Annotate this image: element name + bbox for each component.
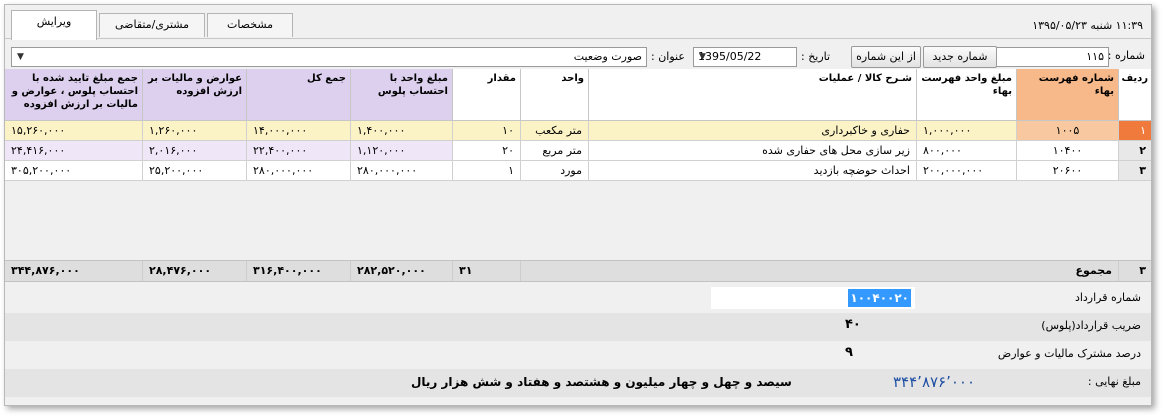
table-row-number[interactable]: ۲ [1119, 141, 1151, 161]
col-header-tax[interactable]: عوارض و مالیات بر ارزش افزوده [143, 69, 247, 121]
table-cell-unit-price-list[interactable]: ۱,۰۰۰,۰۰۰ [917, 121, 1017, 141]
table-cell-total[interactable]: ۲۸۰,۰۰۰,۰۰۰ [247, 161, 351, 181]
datetime-display: ۱۱:۳۹ شنبه ۱۳۹۵/۰۵/۲۳ [1032, 19, 1143, 32]
date-label: تاریخ : [801, 50, 831, 63]
tax-percent-row: درصد مشترک مالیات و عوارض ۹ [5, 341, 1151, 369]
tax-percent-label: درصد مشترک مالیات و عوارض [997, 347, 1141, 360]
chevron-down-icon[interactable]: ▼ [699, 52, 706, 62]
table-cell-code[interactable]: ۱۰۴۰۰ [1017, 141, 1119, 161]
table-cell-unit[interactable]: مورد [521, 161, 589, 181]
contract-number-label: شماره قرارداد [1074, 291, 1141, 304]
table-cell-unit-price-plus[interactable]: ۱,۱۲۰,۰۰۰ [351, 141, 453, 161]
table-cell-qty[interactable]: ۱ [453, 161, 521, 181]
top-bar: ویرایش مشتری/متقاضی مشخصات ۱۱:۳۹ شنبه ۱۳… [5, 5, 1151, 40]
title-label: عنوان : [651, 50, 685, 63]
table-cell-total[interactable]: ۱۴,۰۰۰,۰۰۰ [247, 121, 351, 141]
totals-count: ۳ [1119, 261, 1151, 281]
col-header-desc[interactable]: شـرح کالا / عملیات [589, 69, 917, 121]
table-cell-total[interactable]: ۲۲,۴۰۰,۰۰۰ [247, 141, 351, 161]
table-cell-tax[interactable]: ۲,۰۱۶,۰۰۰ [143, 141, 247, 161]
table-row-number[interactable]: ۱ [1119, 121, 1151, 141]
contract-number-value: ۱۰۰۴۰۰۲۰ [848, 289, 911, 307]
col-header-unit-price-list[interactable]: مبلغ واحد فهرست بهاء [917, 69, 1017, 121]
table-cell-unit-price-plus[interactable]: ۲۸۰,۰۰۰,۰۰۰ [351, 161, 453, 181]
col-header-unit-price-plus[interactable]: مبلغ واحد با احتساب پلوس [351, 69, 453, 121]
table-cell-grand[interactable]: ۲۴,۴۱۶,۰۰۰ [5, 141, 143, 161]
table-cell-grand[interactable]: ۳۰۵,۲۰۰,۰۰۰ [5, 161, 143, 181]
table-cell-desc[interactable]: زیر سازی محل های حفاری شده [589, 141, 917, 161]
totals-tax: ۲۸,۴۷۶,۰۰۰ [143, 261, 247, 281]
table-cell-unit[interactable]: متر مربع [521, 141, 589, 161]
col-header-code[interactable]: شماره فهرست بهاء [1017, 69, 1119, 121]
table-cell-unit-price-list[interactable]: ۲۰۰,۰۰۰,۰۰۰ [917, 161, 1017, 181]
table-cell-code[interactable]: ۱۰۰۵ [1017, 121, 1119, 141]
number-label: شماره : [1107, 49, 1145, 62]
plus-value[interactable]: ۴۰ [845, 317, 861, 332]
totals-grand: ۳۴۴,۸۷۶,۰۰۰ [5, 261, 143, 281]
table-cell-unit-price-plus[interactable]: ۱,۴۰۰,۰۰۰ [351, 121, 453, 141]
items-grid: ردیف شماره فهرست بهاء مبلغ واحد فهرست به… [5, 69, 1151, 282]
tax-percent-value[interactable]: ۹ [845, 345, 853, 360]
col-header-qty[interactable]: مقدار [453, 69, 521, 121]
col-header-total[interactable]: جمع کل [247, 69, 351, 121]
table-cell-desc[interactable]: احداث حوضچه بازدید [589, 161, 917, 181]
table-cell-qty[interactable]: ۱۰ [453, 121, 521, 141]
col-header-grand[interactable]: جمع مبلغ تایید شده با احتساب پلوس ، عوار… [5, 69, 143, 121]
from-number-button[interactable]: از این شماره [851, 46, 921, 68]
table-cell-tax[interactable]: ۲۵,۲۰۰,۰۰۰ [143, 161, 247, 181]
tab-edit[interactable]: ویرایش [11, 10, 97, 40]
final-amount-value: ۳۴۴٬۸۷۶٬۰۰۰ [893, 373, 976, 391]
table-cell-tax[interactable]: ۱,۲۶۰,۰۰۰ [143, 121, 247, 141]
chevron-down-icon[interactable]: ▼ [17, 52, 24, 62]
tab-customer[interactable]: مشتری/متقاضی [99, 13, 205, 37]
table-cell-desc[interactable]: حفاری و خاکبرداری [589, 121, 917, 141]
col-header-radif[interactable]: ردیف [1119, 69, 1151, 121]
table-cell-code[interactable]: ۲۰۶۰۰ [1017, 161, 1119, 181]
form-row: شماره : ۱۱۵ شماره جدید از این شماره تاری… [5, 45, 1151, 71]
plus-row: ضریب قرارداد(پلوس) ۴۰ [5, 313, 1151, 341]
table-cell-grand[interactable]: ۱۵,۲۶۰,۰۰۰ [5, 121, 143, 141]
date-input[interactable]: 1395/05/22 [693, 47, 797, 67]
final-amount-label: مبلغ نهایی : [1087, 375, 1141, 388]
final-amount-row: مبلغ نهایی : ۳۴۴٬۸۷۶٬۰۰۰ سیصد و چهل و چه… [5, 369, 1151, 397]
totals-qty: ۳۱ [453, 261, 521, 281]
plus-label: ضریب قرارداد(پلوس) [1041, 319, 1141, 332]
contract-info: شماره قرارداد ۱۰۰۴۰۰۲۰ ضریب قرارداد(پلوس… [5, 285, 1151, 405]
table-row-number[interactable]: ۳ [1119, 161, 1151, 181]
totals-total: ۳۱۶,۴۰۰,۰۰۰ [247, 261, 351, 281]
table-cell-unit[interactable]: متر مکعب [521, 121, 589, 141]
totals-row: ۳ مجموع ۳۱ ۲۸۲,۵۲۰,۰۰۰ ۳۱۶,۴۰۰,۰۰۰ ۲۸,۴۷… [5, 260, 1151, 282]
col-header-unit[interactable]: واحد [521, 69, 589, 121]
title-input[interactable]: صورت وضعیت [11, 47, 647, 67]
table-cell-unit-price-list[interactable]: ۸۰۰,۰۰۰ [917, 141, 1017, 161]
app-window: ویرایش مشتری/متقاضی مشخصات ۱۱:۳۹ شنبه ۱۳… [4, 4, 1152, 406]
tab-specs[interactable]: مشخصات [207, 13, 293, 37]
totals-unit-price-plus: ۲۸۲,۵۲۰,۰۰۰ [351, 261, 453, 281]
contract-number-row: شماره قرارداد ۱۰۰۴۰۰۲۰ [5, 285, 1151, 313]
contract-number-field[interactable]: ۱۰۰۴۰۰۲۰ [711, 287, 915, 309]
final-amount-words: سیصد و چهل و چهار میلیون و هشتصد و هفتاد… [411, 375, 792, 389]
new-number-button[interactable]: شماره جدید [923, 46, 997, 68]
totals-label: مجموع [1017, 261, 1119, 281]
table-cell-qty[interactable]: ۲۰ [453, 141, 521, 161]
